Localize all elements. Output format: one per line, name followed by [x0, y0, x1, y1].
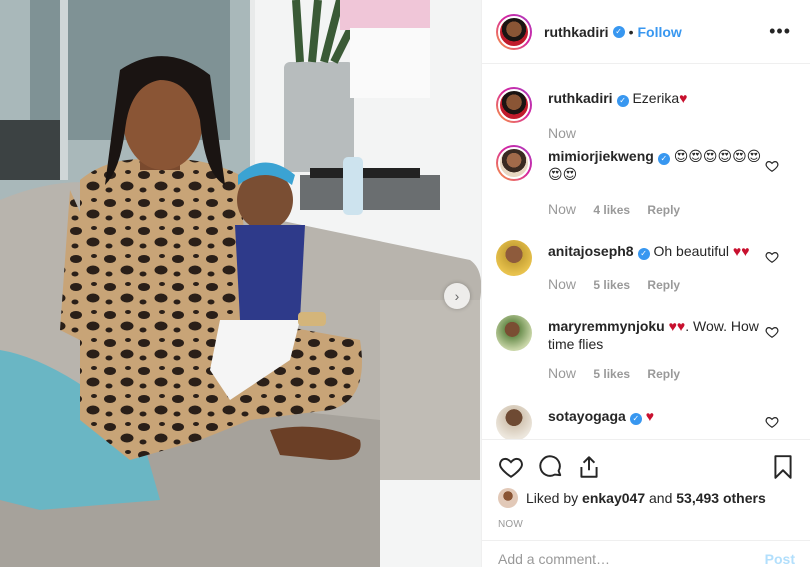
posted-time[interactable]: NOW	[498, 519, 523, 530]
comment-item: sotayogaga ✓ ♥	[496, 405, 801, 439]
verified-badge-icon: ✓	[612, 25, 625, 38]
comment-time[interactable]: Now	[548, 201, 576, 217]
like-comment-heart-icon[interactable]	[765, 415, 779, 429]
comment-body: maryremmynjoku ♥♥. Wow. How time flies	[548, 317, 766, 353]
caption: ruthkadiri ✓ Ezerika♥ Now	[496, 87, 801, 147]
post-comment-button[interactable]: Post	[765, 551, 795, 567]
comment-username[interactable]: anitajoseph8	[548, 243, 634, 259]
author-avatar[interactable]	[496, 13, 532, 50]
comment-input[interactable]: Add a comment…	[498, 551, 610, 567]
liked-by-prefix: Liked by	[526, 490, 579, 506]
comment-item: anitajoseph8 ✓ Oh beautiful ♥♥ Now 5 like…	[496, 240, 801, 300]
photo-illustration	[0, 0, 481, 567]
reply-button[interactable]: Reply	[647, 278, 680, 292]
commenter-avatar[interactable]	[496, 315, 532, 351]
verified-badge-icon: ✓	[657, 153, 670, 165]
verified-badge-icon: ✓	[637, 248, 650, 260]
comment-username[interactable]: sotayogaga	[548, 408, 626, 424]
comment-body: anitajoseph8 ✓ Oh beautiful ♥♥	[548, 242, 766, 260]
comment-body: mimiorjiekweng ✓ 😍😍😍😍😍😍😍😍	[548, 147, 766, 183]
commenter-avatar[interactable]	[496, 145, 532, 181]
caption-text: Ezerika	[632, 90, 680, 106]
post-header: ruthkadiri ✓ • Follow •••	[482, 0, 810, 64]
liked-by-user[interactable]: enkay047	[582, 490, 645, 506]
verified-badge-icon: ✓	[616, 95, 629, 107]
like-heart-icon[interactable]	[498, 454, 524, 480]
comment-username[interactable]: mimiorjiekweng	[548, 148, 654, 164]
follow-button[interactable]: Follow	[637, 24, 681, 40]
comment-time[interactable]: Now	[548, 365, 576, 381]
comment-item: maryremmynjoku ♥♥. Wow. How time flies N…	[496, 315, 801, 395]
caption-body: ruthkadiri ✓ Ezerika♥	[548, 89, 766, 107]
like-comment-heart-icon[interactable]	[765, 250, 779, 264]
liker-avatar[interactable]	[498, 488, 518, 508]
red-hearts-emoji: ♥♥	[668, 318, 686, 334]
comment-text: Oh beautiful	[653, 243, 729, 259]
author-username[interactable]: ruthkadiri	[544, 24, 609, 40]
caption-time[interactable]: Now	[548, 125, 576, 141]
comment-time[interactable]: Now	[548, 276, 576, 292]
likes-count[interactable]: 53,493 others	[676, 490, 766, 506]
instagram-post: › ruthkadiri ✓ • Follow ••• ruthkadiri ✓…	[0, 0, 810, 567]
post-actions: Liked by enkay047 and 53,493 others NOW …	[482, 439, 810, 567]
like-comment-heart-icon[interactable]	[765, 325, 779, 339]
like-comment-heart-icon[interactable]	[765, 159, 779, 173]
post-panel: ruthkadiri ✓ • Follow ••• ruthkadiri ✓ Ez…	[481, 0, 810, 567]
reply-button[interactable]: Reply	[647, 203, 680, 217]
commenter-avatar[interactable]	[496, 240, 532, 276]
comment-meta: Now 5 likes Reply	[548, 276, 680, 292]
next-photo-button[interactable]: ›	[444, 283, 470, 309]
comment-likes[interactable]: 5 likes	[593, 278, 630, 292]
liked-by-conjunction: and	[649, 490, 673, 506]
separator-dot: •	[628, 23, 634, 40]
more-options-icon[interactable]: •••	[769, 22, 791, 40]
share-icon[interactable]	[576, 454, 602, 480]
comment-meta: Now 5 likes Reply	[548, 365, 680, 381]
comment-username[interactable]: maryremmynjoku	[548, 318, 665, 334]
comment-likes[interactable]: 4 likes	[593, 203, 630, 217]
add-comment-bar: Add a comment… Post	[482, 540, 810, 568]
caption-avatar[interactable]	[496, 87, 532, 123]
verified-badge-icon: ✓	[629, 413, 642, 425]
post-photo[interactable]: ›	[0, 0, 481, 567]
red-hearts-emoji: ♥♥	[732, 243, 750, 259]
caption-meta: Now	[548, 125, 590, 141]
bookmark-icon[interactable]	[770, 454, 796, 480]
comment-item: mimiorjiekweng ✓ 😍😍😍😍😍😍😍😍 Now 4 likes Rep…	[496, 145, 801, 225]
comment-body: sotayogaga ✓ ♥	[548, 407, 766, 425]
reply-button[interactable]: Reply	[647, 367, 680, 381]
comment-likes[interactable]: 5 likes	[593, 367, 630, 381]
liked-by: Liked by enkay047 and 53,493 others	[498, 488, 766, 508]
caption-username[interactable]: ruthkadiri	[548, 90, 613, 106]
commenter-avatar[interactable]	[496, 405, 532, 439]
red-heart-emoji: ♥	[679, 90, 688, 106]
chevron-right-icon: ›	[454, 288, 460, 304]
red-heart-emoji: ♥	[645, 408, 655, 424]
comments-list[interactable]: ruthkadiri ✓ Ezerika♥ Now mimiorjiekweng ✓…	[482, 65, 810, 439]
comment-meta: Now 4 likes Reply	[548, 201, 680, 217]
comment-icon[interactable]	[538, 454, 564, 480]
